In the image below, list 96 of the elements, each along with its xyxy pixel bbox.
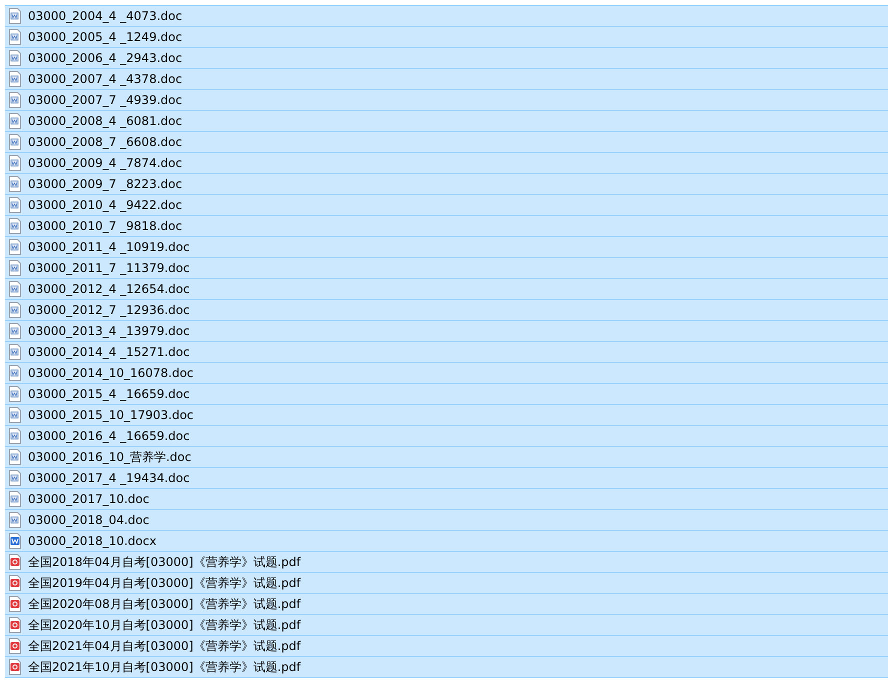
file-name: 03000_2009_7 _8223.doc xyxy=(28,177,182,191)
file-row[interactable]: 03000_2013_4 _13979.doc xyxy=(5,321,888,342)
file-name: 03000_2018_10.docx xyxy=(28,534,156,548)
file-row[interactable]: 03000_2011_7 _11379.doc xyxy=(5,258,888,279)
document-icon xyxy=(8,407,22,423)
file-row[interactable]: 03000_2014_10_16078.doc xyxy=(5,363,888,384)
file-name: 全国2021年10月自考[03000]《营养学》试题.pdf xyxy=(28,658,301,676)
document-icon xyxy=(8,239,22,255)
pdf-icon xyxy=(8,659,22,675)
document-icon xyxy=(8,302,22,318)
file-name: 全国2019年04月自考[03000]《营养学》试题.pdf xyxy=(28,574,301,592)
file-row[interactable]: 03000_2005_4 _1249.doc xyxy=(5,27,888,48)
file-row[interactable]: 03000_2012_4 _12654.doc xyxy=(5,279,888,300)
file-name: 03000_2017_4 _19434.doc xyxy=(28,471,190,485)
file-name: 03000_2008_7 _6608.doc xyxy=(28,135,182,149)
file-row[interactable]: 03000_2009_7 _8223.doc xyxy=(5,174,888,195)
file-row[interactable]: 03000_2017_10.doc xyxy=(5,489,888,510)
file-name: 03000_2004_4 _4073.doc xyxy=(28,9,182,23)
file-row[interactable]: 03000_2018_10.docx xyxy=(5,531,888,552)
document-icon xyxy=(8,512,22,528)
file-row[interactable]: 03000_2014_4 _15271.doc xyxy=(5,342,888,363)
pdf-icon xyxy=(8,596,22,612)
file-row[interactable]: 03000_2008_4 _6081.doc xyxy=(5,111,888,132)
file-name: 03000_2018_04.doc xyxy=(28,513,150,527)
file-name: 03000_2011_7 _11379.doc xyxy=(28,261,190,275)
document-icon xyxy=(8,29,22,45)
file-row[interactable]: 03000_2011_4 _10919.doc xyxy=(5,237,888,258)
file-row[interactable]: 03000_2007_7 _4939.doc xyxy=(5,90,888,111)
document-icon xyxy=(8,134,22,150)
document-icon xyxy=(8,260,22,276)
file-name: 03000_2012_7 _12936.doc xyxy=(28,303,190,317)
file-row[interactable]: 03000_2006_4 _2943.doc xyxy=(5,48,888,69)
file-row[interactable]: 03000_2004_4 _4073.doc xyxy=(5,5,888,27)
document-icon xyxy=(8,176,22,192)
file-row[interactable]: 全国2020年10月自考[03000]《营养学》试题.pdf xyxy=(5,615,888,636)
document-icon xyxy=(8,470,22,486)
file-name: 03000_2016_10_营养学.doc xyxy=(28,448,192,466)
file-name: 03000_2017_10.doc xyxy=(28,492,150,506)
document-icon xyxy=(8,323,22,339)
file-name: 03000_2009_4 _7874.doc xyxy=(28,156,182,170)
file-name: 全国2018年04月自考[03000]《营养学》试题.pdf xyxy=(28,554,301,570)
file-row[interactable]: 03000_2016_10_营养学.doc xyxy=(5,447,888,468)
file-row[interactable]: 03000_2012_7 _12936.doc xyxy=(5,300,888,321)
file-name: 03000_2015_4 _16659.doc xyxy=(28,387,190,401)
file-name: 03000_2010_4 _9422.doc xyxy=(28,198,182,212)
file-name: 03000_2012_4 _12654.doc xyxy=(28,282,190,296)
file-name: 全国2020年08月自考[03000]《营养学》试题.pdf xyxy=(28,596,301,612)
document-icon xyxy=(8,197,22,213)
file-row[interactable]: 03000_2009_4 _7874.doc xyxy=(5,153,888,174)
file-name: 03000_2014_4 _15271.doc xyxy=(28,345,190,359)
file-name: 03000_2007_4 _4378.doc xyxy=(28,72,182,86)
file-name: 03000_2008_4 _6081.doc xyxy=(28,114,182,128)
document-icon xyxy=(8,50,22,66)
file-row[interactable]: 全国2021年10月自考[03000]《营养学》试题.pdf xyxy=(5,657,888,678)
file-row[interactable]: 全国2021年04月自考[03000]《营养学》试题.pdf xyxy=(5,636,888,657)
file-row[interactable]: 03000_2010_7 _9818.doc xyxy=(5,216,888,237)
file-name: 03000_2010_7 _9818.doc xyxy=(28,219,182,233)
pdf-icon xyxy=(8,638,22,654)
file-row[interactable]: 03000_2015_10_17903.doc xyxy=(5,405,888,426)
file-name: 全国2020年10月自考[03000]《营养学》试题.pdf xyxy=(28,616,301,634)
file-name: 03000_2011_4 _10919.doc xyxy=(28,240,190,254)
document-icon xyxy=(8,386,22,402)
pdf-icon xyxy=(8,554,22,570)
file-row[interactable]: 03000_2017_4 _19434.doc xyxy=(5,468,888,489)
pdf-icon xyxy=(8,617,22,633)
document-icon xyxy=(8,155,22,171)
document-icon xyxy=(8,365,22,381)
file-row[interactable]: 03000_2007_4 _4378.doc xyxy=(5,69,888,90)
file-row[interactable]: 03000_2008_7 _6608.doc xyxy=(5,132,888,153)
file-row[interactable]: 03000_2015_4 _16659.doc xyxy=(5,384,888,405)
document-icon xyxy=(8,92,22,108)
document-icon xyxy=(8,533,22,549)
file-row[interactable]: 03000_2018_04.doc xyxy=(5,510,888,531)
document-icon xyxy=(8,71,22,87)
document-icon xyxy=(8,113,22,129)
file-row[interactable]: 03000_2016_4 _16659.doc xyxy=(5,426,888,447)
document-icon xyxy=(8,449,22,465)
file-name: 03000_2014_10_16078.doc xyxy=(28,366,194,380)
file-name: 03000_2007_7 _4939.doc xyxy=(28,93,182,107)
file-row[interactable]: 03000_2010_4 _9422.doc xyxy=(5,195,888,216)
file-name: 03000_2013_4 _13979.doc xyxy=(28,324,190,338)
document-icon xyxy=(8,8,22,24)
file-name: 全国2021年04月自考[03000]《营养学》试题.pdf xyxy=(28,638,301,654)
file-row[interactable]: 全国2020年08月自考[03000]《营养学》试题.pdf xyxy=(5,594,888,615)
file-row[interactable]: 全国2018年04月自考[03000]《营养学》试题.pdf xyxy=(5,552,888,573)
document-icon xyxy=(8,218,22,234)
file-row[interactable]: 全国2019年04月自考[03000]《营养学》试题.pdf xyxy=(5,573,888,594)
file-name: 03000_2005_4 _1249.doc xyxy=(28,30,182,44)
document-icon xyxy=(8,491,22,507)
document-icon xyxy=(8,344,22,360)
document-icon xyxy=(8,281,22,297)
file-name: 03000_2016_4 _16659.doc xyxy=(28,429,190,443)
file-name: 03000_2006_4 _2943.doc xyxy=(28,51,182,65)
file-name: 03000_2015_10_17903.doc xyxy=(28,408,194,422)
document-icon xyxy=(8,428,22,444)
pdf-icon xyxy=(8,575,22,591)
